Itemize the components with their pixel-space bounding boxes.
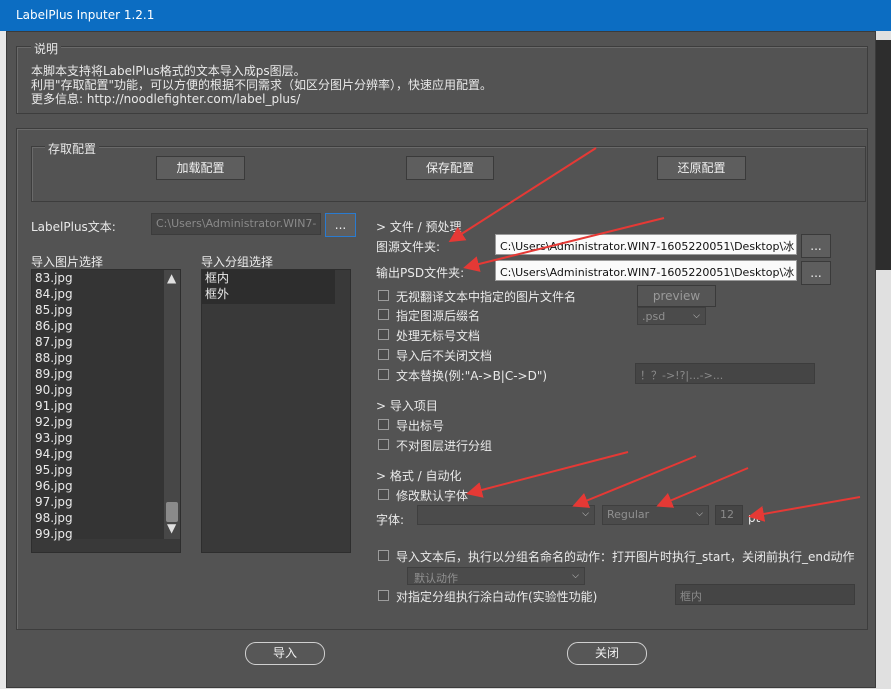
font-style-select[interactable]: Regular ⌵	[602, 505, 709, 525]
background-window	[875, 40, 891, 270]
chevron-down-icon: ⌵	[693, 311, 700, 321]
window-title: LabelPlus Inputer 1.2.1	[16, 8, 155, 22]
ignore-filename-checkbox[interactable]	[378, 290, 389, 301]
format-section-header: > 格式 / 自动化	[376, 469, 462, 483]
text-replace-checkbox[interactable]	[378, 369, 389, 380]
text-replace-input[interactable]: ！？->!?|...->...	[635, 363, 815, 384]
keep-open-label: 导入后不关闭文档	[396, 349, 493, 363]
output-browse-button[interactable]: ...	[801, 261, 831, 285]
image-list-item[interactable]: 91.jpg	[32, 398, 164, 414]
whiteout-checkbox[interactable]	[378, 590, 389, 601]
chevron-down-icon: ⌵	[582, 509, 589, 519]
image-list-item[interactable]: 84.jpg	[32, 286, 164, 302]
labelplus-browse-button[interactable]: ...	[325, 213, 356, 237]
close-button[interactable]: 关闭	[567, 642, 647, 665]
import-button[interactable]: 导入	[245, 642, 325, 665]
font-label: 字体:	[376, 513, 405, 527]
image-select-label: 导入图片选择	[31, 255, 104, 269]
group-select-label: 导入分组选择	[201, 255, 274, 269]
group-list-item[interactable]: 框内	[202, 270, 335, 286]
text-replace-label: 文本替换(例:"A->B|C->D")	[396, 369, 548, 383]
source-folder-label: 图源文件夹:	[376, 240, 441, 254]
font-select[interactable]: ⌵	[417, 505, 595, 525]
no-group-layers-label: 不对图层进行分组	[396, 439, 493, 453]
image-list-item[interactable]: 92.jpg	[32, 414, 164, 430]
image-list-item[interactable]: 89.jpg	[32, 366, 164, 382]
image-list[interactable]: 83.jpg 84.jpg 85.jpg 86.jpg 87.jpg 88.jpg 89.j…	[31, 269, 181, 553]
font-style-value: Regular	[607, 508, 650, 521]
output-folder-label: 输出PSD文件夹:	[376, 266, 465, 280]
scroll-down-icon[interactable]: ▼	[167, 521, 176, 535]
default-action-value: 默认动作	[414, 572, 458, 585]
export-number-label: 导出标号	[396, 419, 445, 433]
source-suffix-checkbox[interactable]	[378, 309, 389, 320]
image-list-item[interactable]: 95.jpg	[32, 462, 164, 478]
whiteout-label: 对指定分组执行涂白动作(实验性功能)	[396, 590, 598, 604]
image-list-scrollbar[interactable]: ▲ ▼	[164, 270, 180, 539]
labelplus-label: LabelPlus文本:	[31, 220, 116, 234]
image-list-item[interactable]: 85.jpg	[32, 302, 164, 318]
chevron-down-icon: ⌵	[696, 509, 703, 519]
scroll-thumb[interactable]	[166, 502, 178, 522]
image-list-item[interactable]: 87.jpg	[32, 334, 164, 350]
image-list-item[interactable]: 97.jpg	[32, 494, 164, 510]
source-folder-input[interactable]: C:\Users\Administrator.WIN7-1605220051\D…	[495, 234, 797, 255]
group-list-item[interactable]: 框外	[202, 286, 335, 302]
image-list-item[interactable]: 90.jpg	[32, 382, 164, 398]
image-list-item[interactable]: 99.jpg	[32, 526, 164, 542]
info-legend: 说明	[31, 40, 62, 57]
image-list-item[interactable]: 93.jpg	[32, 430, 164, 446]
image-list-item[interactable]: 83.jpg	[32, 270, 164, 286]
info-line-3: 更多信息: http://noodlefighter.com/label_plu…	[31, 92, 301, 106]
modify-font-label: 修改默认字体	[396, 489, 469, 503]
scroll-up-icon[interactable]: ▲	[167, 271, 176, 285]
labelplus-path-input[interactable]: C:\Users\Administrator.WIN7-	[151, 213, 321, 235]
group-items: 框内 框外	[202, 270, 335, 304]
image-list-item[interactable]: 96.jpg	[32, 478, 164, 494]
image-list-item[interactable]: 86.jpg	[32, 318, 164, 334]
modify-font-checkbox[interactable]	[378, 489, 389, 500]
preview-button[interactable]: preview	[637, 285, 716, 307]
image-list-item[interactable]: 98.jpg	[32, 510, 164, 526]
chevron-down-icon: ⌵	[572, 571, 579, 581]
font-size-unit: pt	[748, 511, 761, 525]
suffix-select[interactable]: .psd ⌵	[637, 307, 706, 325]
keep-open-checkbox[interactable]	[378, 349, 389, 360]
run-action-label: 导入文本后，执行以分组名命名的动作：打开图片时执行_start，关闭前执行_en…	[396, 550, 855, 564]
import-section-header: > 导入项目	[376, 399, 438, 413]
source-suffix-label: 指定图源后缀名	[396, 309, 481, 323]
default-action-select[interactable]: 默认动作 ⌵	[407, 567, 585, 585]
image-list-item[interactable]: 94.jpg	[32, 446, 164, 462]
font-size-input[interactable]: 12	[715, 505, 743, 525]
group-list[interactable]: 框内 框外	[201, 269, 351, 553]
no-number-doc-label: 处理无标号文档	[396, 329, 481, 343]
whiteout-group-input[interactable]: 框内	[675, 584, 855, 605]
title-bar[interactable]: LabelPlus Inputer 1.2.1	[0, 0, 891, 31]
export-number-checkbox[interactable]	[378, 419, 389, 430]
image-items: 83.jpg 84.jpg 85.jpg 86.jpg 87.jpg 88.jpg 89.j…	[32, 270, 164, 542]
run-action-checkbox[interactable]	[378, 550, 389, 561]
file-section-header: > 文件 / 预处理	[376, 220, 462, 234]
source-browse-button[interactable]: ...	[801, 234, 831, 258]
no-group-layers-checkbox[interactable]	[378, 439, 389, 450]
ignore-filename-label: 无视翻译文本中指定的图片文件名	[396, 290, 577, 304]
output-folder-input[interactable]: C:\Users\Administrator.WIN7-1605220051\D…	[495, 260, 797, 281]
no-number-doc-checkbox[interactable]	[378, 329, 389, 340]
dialog-window: 说明 本脚本支持将LabelPlus格式的文本导入成ps图层。 利用"存取配置"…	[6, 31, 876, 688]
image-list-item[interactable]: 88.jpg	[32, 350, 164, 366]
suffix-value: .psd	[642, 310, 666, 323]
